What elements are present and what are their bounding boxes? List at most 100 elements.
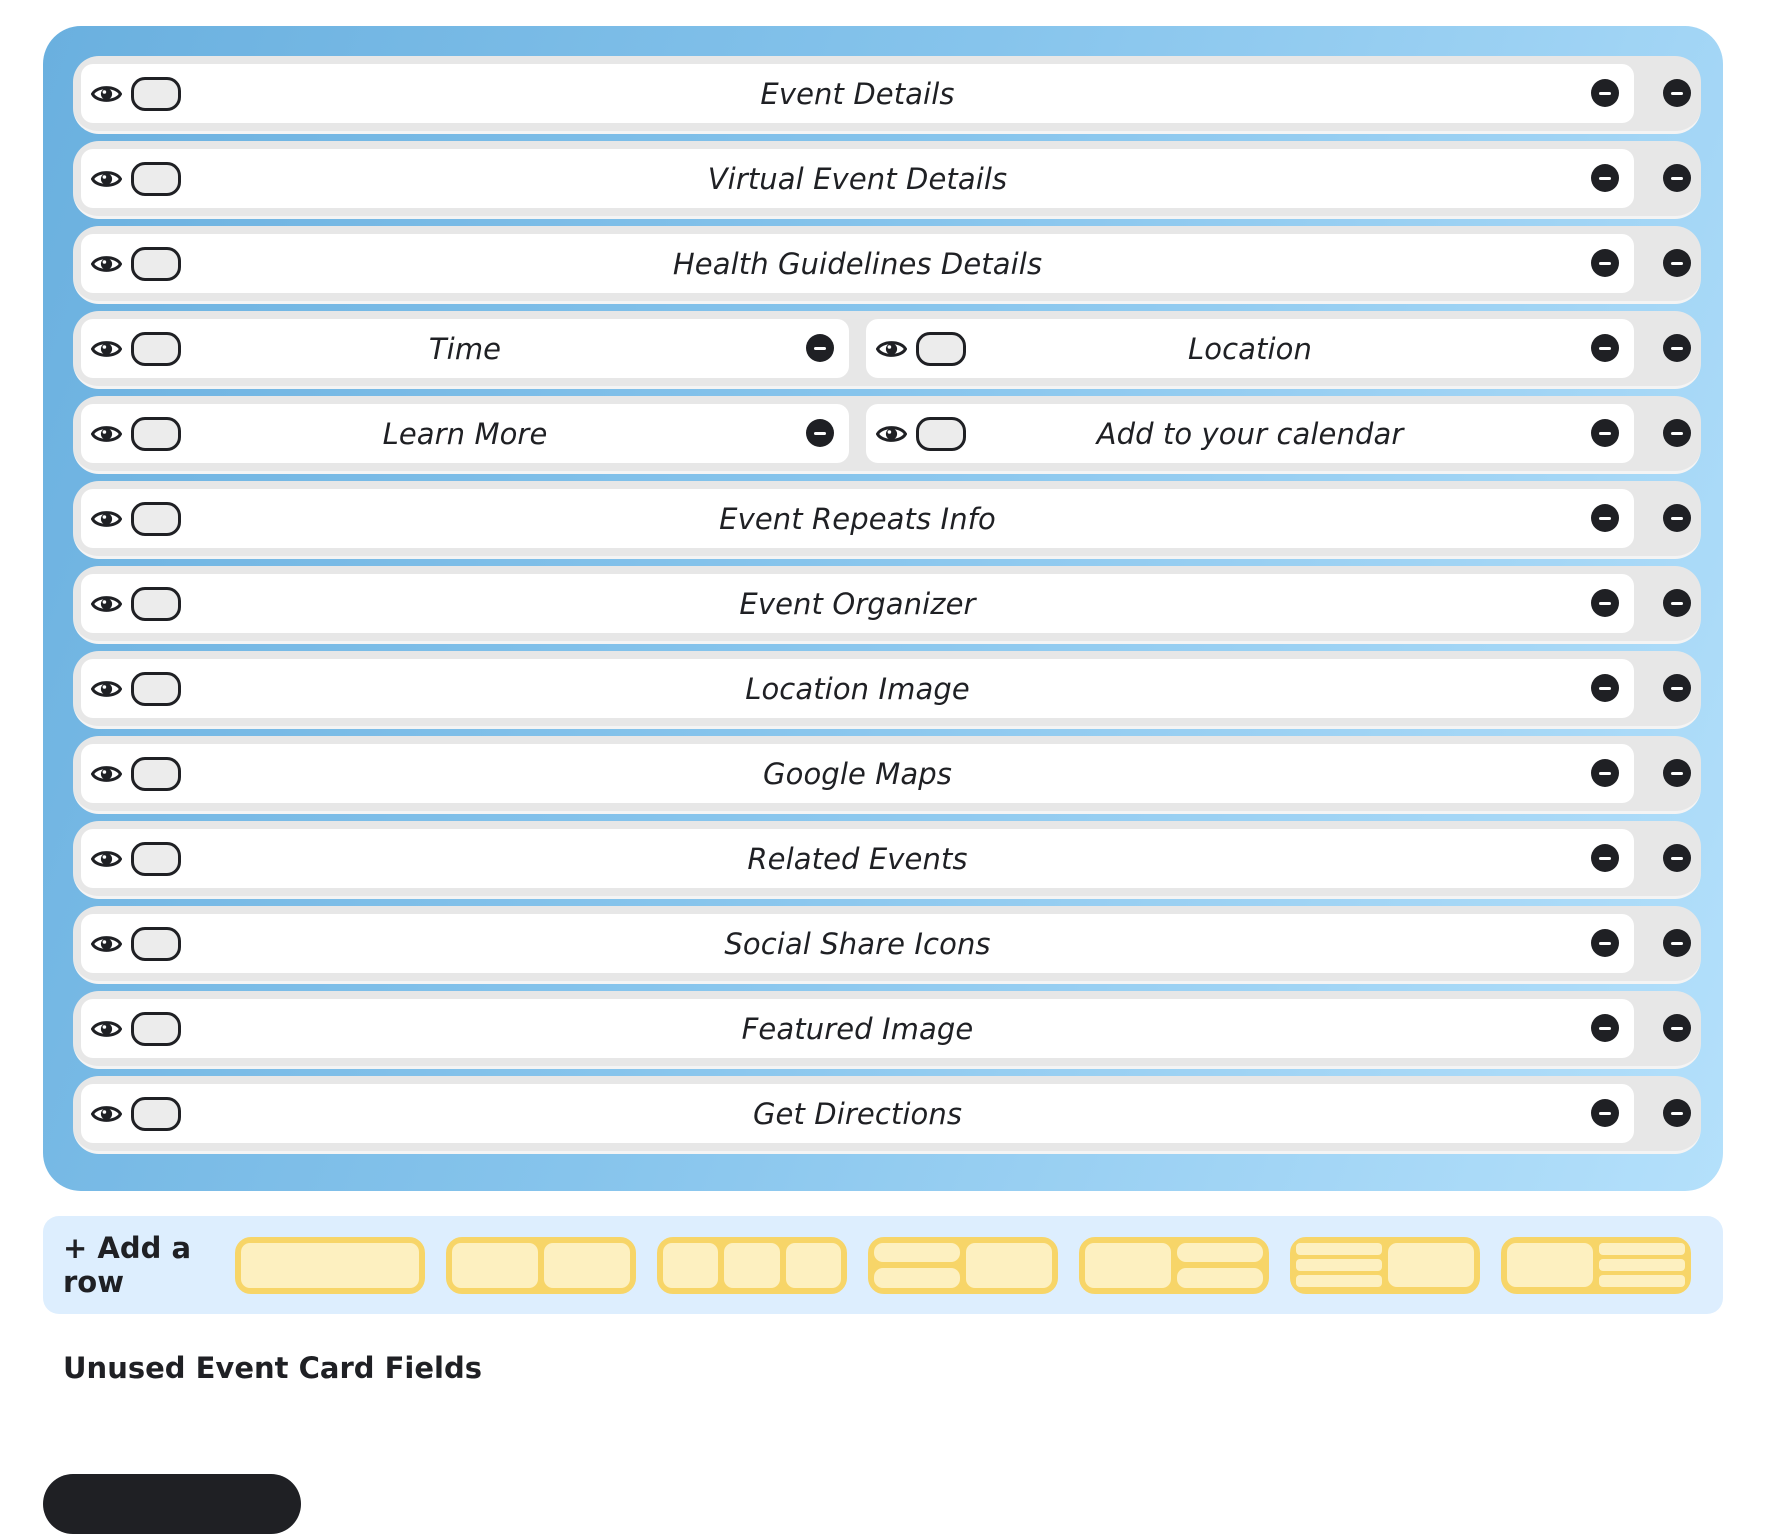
toggle-switch[interactable] <box>131 76 181 111</box>
save-button[interactable] <box>43 1474 301 1534</box>
remove-field-icon[interactable] <box>1591 1014 1619 1042</box>
remove-field-icon[interactable] <box>1591 79 1619 107</box>
layout-single-left-triple-stacked-right-button[interactable] <box>1501 1236 1691 1294</box>
remove-row-icon[interactable] <box>1663 79 1691 107</box>
layout-row[interactable]: Event Repeats Info <box>73 481 1701 559</box>
eye-icon[interactable] <box>90 1102 123 1126</box>
layout-row[interactable]: Event Details <box>73 56 1701 134</box>
layout-row[interactable]: Social Share Icons <box>73 906 1701 984</box>
toggle-switch[interactable] <box>131 1096 181 1131</box>
remove-field-icon[interactable] <box>806 419 834 447</box>
remove-row-icon[interactable] <box>1663 334 1691 362</box>
eye-icon[interactable] <box>90 932 123 956</box>
remove-row-icon[interactable] <box>1663 759 1691 787</box>
eye-icon[interactable] <box>875 337 908 361</box>
layout-block <box>1388 1242 1474 1288</box>
layout-row[interactable]: Get Directions <box>73 1076 1701 1154</box>
layout-two-column-button[interactable] <box>446 1236 636 1294</box>
remove-row-icon[interactable] <box>1663 929 1691 957</box>
remove-field-icon[interactable] <box>1591 334 1619 362</box>
toggle-switch[interactable] <box>131 331 181 366</box>
remove-row-icon[interactable] <box>1663 674 1691 702</box>
layout-triple-stacked-left-single-right-button[interactable] <box>1290 1236 1480 1294</box>
remove-row-icon[interactable] <box>1663 164 1691 192</box>
remove-field-icon[interactable] <box>1591 249 1619 277</box>
remove-field-icon[interactable] <box>1591 164 1619 192</box>
field-cell[interactable]: Location Image <box>81 659 1634 718</box>
toggle-switch[interactable] <box>131 1011 181 1046</box>
layout-row[interactable]: Related Events <box>73 821 1701 899</box>
field-cell[interactable]: Learn More <box>81 404 849 463</box>
remove-row-icon[interactable] <box>1663 1099 1691 1127</box>
remove-field-icon[interactable] <box>1591 1099 1619 1127</box>
eye-icon[interactable] <box>90 167 123 191</box>
field-cell[interactable]: Featured Image <box>81 999 1634 1058</box>
eye-icon[interactable] <box>90 422 123 446</box>
field-controls <box>90 489 181 548</box>
layout-row[interactable]: Time Location <box>73 311 1701 389</box>
layout-row[interactable]: Location Image <box>73 651 1701 729</box>
field-controls <box>875 319 966 378</box>
field-cell[interactable]: Location <box>866 319 1634 378</box>
field-cell[interactable]: Health Guidelines Details <box>81 234 1634 293</box>
field-cell[interactable]: Related Events <box>81 829 1634 888</box>
eye-icon[interactable] <box>90 1017 123 1041</box>
toggle-switch[interactable] <box>131 671 181 706</box>
layout-row[interactable]: Google Maps <box>73 736 1701 814</box>
layout-stacked-left-single-right-button[interactable] <box>868 1236 1058 1294</box>
toggle-switch[interactable] <box>131 161 181 196</box>
layout-single-button[interactable] <box>235 1236 425 1294</box>
eye-icon[interactable] <box>90 252 123 276</box>
eye-icon[interactable] <box>90 592 123 616</box>
remove-field-icon[interactable] <box>1591 929 1619 957</box>
remove-row-icon[interactable] <box>1663 249 1691 277</box>
layout-row[interactable]: Health Guidelines Details <box>73 226 1701 304</box>
remove-field-icon[interactable] <box>806 334 834 362</box>
remove-field-icon[interactable] <box>1591 419 1619 447</box>
remove-row-icon[interactable] <box>1663 419 1691 447</box>
remove-field-icon[interactable] <box>1591 504 1619 532</box>
field-cell[interactable]: Event Repeats Info <box>81 489 1634 548</box>
field-cell[interactable]: Get Directions <box>81 1084 1634 1143</box>
remove-row-icon[interactable] <box>1663 1014 1691 1042</box>
toggle-switch[interactable] <box>131 926 181 961</box>
eye-icon[interactable] <box>90 677 123 701</box>
remove-field-icon[interactable] <box>1591 759 1619 787</box>
remove-field-icon[interactable] <box>1591 674 1619 702</box>
eye-icon[interactable] <box>90 762 123 786</box>
toggle-switch[interactable] <box>131 756 181 791</box>
remove-row-icon[interactable] <box>1663 844 1691 872</box>
remove-field-icon[interactable] <box>1591 844 1619 872</box>
eye-icon[interactable] <box>90 337 123 361</box>
layout-single-left-stacked-right-button[interactable] <box>1079 1236 1269 1294</box>
toggle-switch[interactable] <box>131 586 181 621</box>
field-cell[interactable]: Google Maps <box>81 744 1634 803</box>
field-cell[interactable]: Event Details <box>81 64 1634 123</box>
toggle-switch[interactable] <box>916 416 966 451</box>
remove-row-icon[interactable] <box>1663 504 1691 532</box>
layout-row[interactable]: Learn More Add to your calendar <box>73 396 1701 474</box>
eye-icon[interactable] <box>90 847 123 871</box>
field-cell[interactable]: Add to your calendar <box>866 404 1634 463</box>
toggle-switch[interactable] <box>131 246 181 281</box>
layout-block <box>663 1242 719 1288</box>
toggle-switch[interactable] <box>916 331 966 366</box>
toggle-switch[interactable] <box>131 841 181 876</box>
eye-icon[interactable] <box>90 82 123 106</box>
layout-three-column-button[interactable] <box>657 1236 847 1294</box>
toggle-switch[interactable] <box>131 501 181 536</box>
event-card-layout-panel: Event Details Virtual Event Details Health… <box>43 26 1723 1191</box>
layout-row[interactable]: Featured Image <box>73 991 1701 1069</box>
remove-row-icon[interactable] <box>1663 589 1691 617</box>
layout-row[interactable]: Virtual Event Details <box>73 141 1701 219</box>
field-label: Featured Image <box>741 1011 974 1046</box>
remove-field-icon[interactable] <box>1591 589 1619 617</box>
field-cell[interactable]: Social Share Icons <box>81 914 1634 973</box>
layout-row[interactable]: Event Organizer <box>73 566 1701 644</box>
field-cell[interactable]: Virtual Event Details <box>81 149 1634 208</box>
eye-icon[interactable] <box>875 422 908 446</box>
field-cell[interactable]: Time <box>81 319 849 378</box>
toggle-switch[interactable] <box>131 416 181 451</box>
eye-icon[interactable] <box>90 507 123 531</box>
field-cell[interactable]: Event Organizer <box>81 574 1634 633</box>
